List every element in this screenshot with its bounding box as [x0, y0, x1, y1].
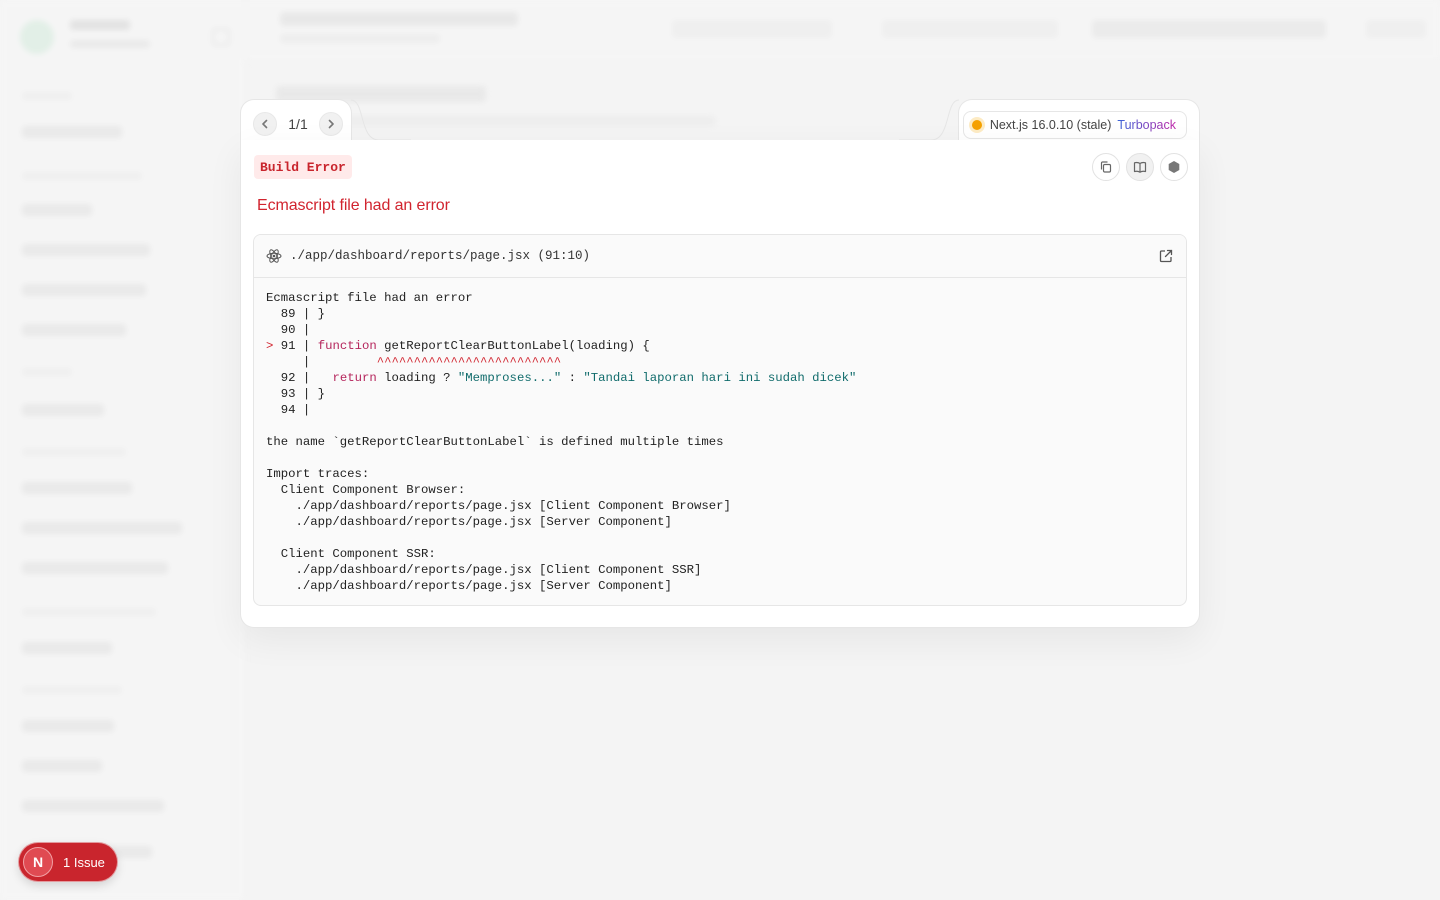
code-caret-line: | ^^^^^^^^^^^^^^^^^^^^^^^^^	[266, 355, 562, 369]
trace-ssr-2: ./app/dashboard/reports/page.jsx [Server…	[295, 579, 672, 593]
background-header	[246, 0, 1440, 62]
error-pager: 1/1	[253, 112, 343, 136]
build-error-label: Build Error	[254, 155, 352, 179]
background-logo-subtext	[70, 40, 150, 48]
code-block: Ecmascript file had an error 89 | } 90 |…	[254, 278, 1186, 605]
background-collapse-icon	[212, 28, 230, 46]
error-message: the name `getReportClearButtonLabel` is …	[266, 435, 724, 449]
background-logo-text	[70, 20, 130, 30]
pager-count: 1/1	[288, 116, 308, 132]
file-path[interactable]: ./app/dashboard/reports/page.jsx (91:10)	[290, 249, 590, 263]
version-badge[interactable]: Next.js 16.0.10 (stale) Turbopack	[962, 111, 1187, 139]
code-line-91: > 91 | function getReportClearButtonLabe…	[266, 339, 650, 353]
code-line-92: 92 | return loading ? "Memproses..." : "…	[280, 371, 857, 385]
trace-browser-title: Client Component Browser:	[280, 483, 466, 497]
copy-icon[interactable]	[1092, 153, 1120, 181]
trace-ssr-1: ./app/dashboard/reports/page.jsx [Client…	[295, 563, 702, 577]
tab-curve-right	[899, 99, 960, 141]
code-line-93: 93 | }	[280, 387, 326, 401]
nextjs-logo-icon: N	[23, 847, 53, 877]
code-line-90: 90 |	[280, 323, 311, 337]
version-tab: Next.js 16.0.10 (stale) Turbopack	[958, 99, 1200, 141]
chevron-left-icon[interactable]	[253, 112, 277, 136]
hexagon-icon[interactable]	[1160, 153, 1188, 181]
book-icon[interactable]	[1126, 153, 1154, 181]
chevron-right-icon[interactable]	[319, 112, 343, 136]
issues-indicator-button[interactable]: N 1 Issue	[19, 843, 117, 881]
pager-tab: 1/1	[240, 99, 352, 141]
background-sidebar	[0, 0, 246, 900]
issues-count-label: 1 Issue	[63, 854, 105, 870]
code-line-94: 94 |	[280, 403, 311, 417]
open-in-editor-icon[interactable]	[1158, 248, 1174, 264]
trace-browser-2: ./app/dashboard/reports/page.jsx [Server…	[295, 515, 672, 529]
error-overlay-dialog: 1/1 Next.js 16.0.10 (stale) Turbopack Bu…	[240, 99, 1200, 628]
code-frame-header: ./app/dashboard/reports/page.jsx (91:10)	[254, 235, 1186, 278]
code-frame: ./app/dashboard/reports/page.jsx (91:10)…	[253, 234, 1187, 606]
react-icon	[266, 249, 282, 263]
version-label: Next.js 16.0.10 (stale)	[989, 118, 1112, 132]
trace-ssr-title: Client Component SSR:	[280, 547, 436, 561]
bundler-label: Turbopack	[1117, 118, 1176, 132]
error-title: Ecmascript file had an error	[257, 197, 450, 214]
code-heading: Ecmascript file had an error	[266, 291, 473, 305]
code-line-89: 89 | }	[280, 307, 326, 321]
import-traces-title: Import traces:	[266, 467, 370, 481]
tab-curve-left	[350, 99, 411, 141]
trace-browser-1: ./app/dashboard/reports/page.jsx [Client…	[295, 499, 731, 513]
background-logo	[20, 20, 54, 54]
dialog-tools	[1092, 153, 1188, 181]
stale-status-dot	[971, 120, 982, 130]
